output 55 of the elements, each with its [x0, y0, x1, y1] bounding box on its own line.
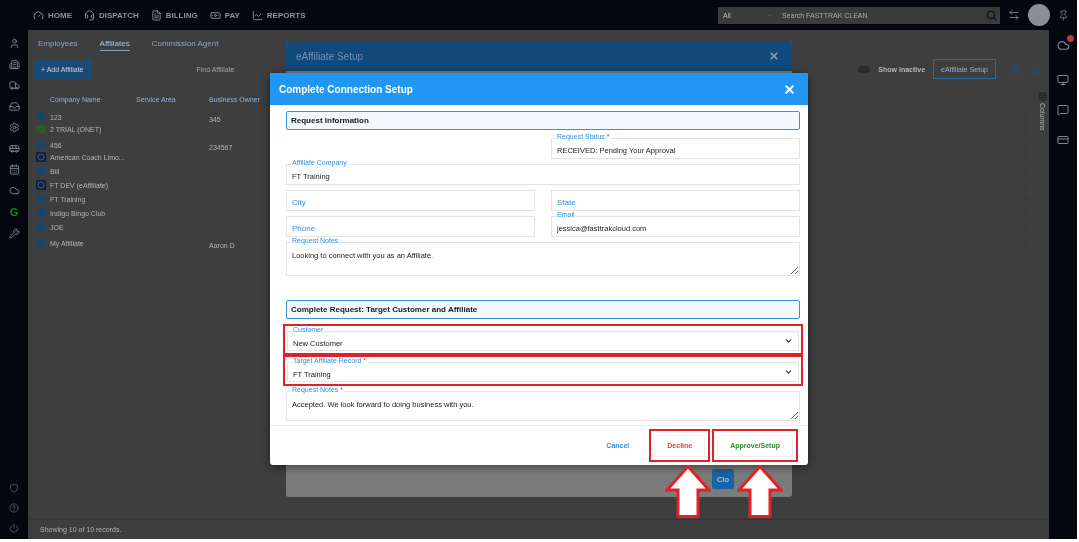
shield-icon[interactable] [9, 483, 19, 493]
nav-link[interactable]: DISPATCH [84, 9, 139, 21]
card-icon[interactable] [1057, 134, 1069, 146]
close-button[interactable]: Clo [712, 469, 734, 489]
search-button[interactable] [983, 6, 1000, 24]
city-field[interactable]: City [286, 190, 535, 211]
gear-icon[interactable] [8, 122, 20, 133]
state-field[interactable]: State [551, 190, 800, 211]
tab[interactable]: Affiliates [99, 39, 130, 51]
message-icon[interactable] [1057, 104, 1069, 116]
building-icon[interactable] [8, 59, 20, 70]
inbox-icon[interactable] [8, 101, 20, 112]
tools-icon[interactable] [8, 228, 20, 239]
dialog-title: eAffiliate Setup [296, 50, 364, 62]
caret-icon [766, 11, 773, 19]
bus-icon[interactable] [8, 143, 20, 154]
avatar-icon [36, 112, 46, 122]
tab[interactable]: Commission Agent [151, 39, 219, 51]
close-icon[interactable] [768, 50, 780, 62]
search-icon [986, 9, 997, 21]
chart-icon [251, 9, 263, 21]
avatar-icon [36, 166, 46, 176]
gauge-icon [33, 9, 44, 21]
monitor-icon[interactable] [1057, 74, 1069, 86]
power-icon[interactable] [9, 523, 19, 533]
calendar-icon[interactable] [8, 164, 20, 175]
chevron-icon [784, 367, 793, 377]
logo-icon [36, 152, 46, 162]
avatar-icon [36, 140, 46, 150]
cube-icon [36, 124, 46, 134]
money-icon [209, 9, 221, 21]
close-icon[interactable] [783, 82, 796, 96]
truck-icon[interactable] [8, 80, 20, 91]
nav-link[interactable]: REPORTS [251, 9, 306, 21]
user-icon[interactable] [8, 38, 20, 49]
notification-dot [1066, 35, 1074, 42]
cloud-icon[interactable] [8, 185, 20, 196]
section-header: Request Information [286, 111, 800, 130]
phone-field[interactable]: Phone [286, 216, 535, 237]
dialog-title: Complete Connection Setup [279, 83, 413, 95]
nav-link[interactable]: PAY [209, 9, 240, 21]
section-header: Complete Request: Target Customer and Affiliate [286, 300, 800, 319]
nav-link[interactable]: HOME [33, 9, 72, 21]
headset-icon [84, 9, 95, 21]
nav-link[interactable]: BILLING [150, 9, 198, 21]
help-icon[interactable] [9, 503, 19, 513]
pin-icon[interactable] [1058, 9, 1069, 21]
switch-icon[interactable] [1008, 9, 1020, 21]
document-icon [150, 9, 162, 21]
chevron-icon [784, 336, 793, 346]
avatar[interactable] [1028, 4, 1050, 26]
cloud-icon[interactable] [1056, 39, 1070, 52]
tab[interactable]: Employees [38, 39, 78, 51]
logo[interactable]: G [9, 206, 19, 218]
logo-icon [36, 180, 46, 190]
